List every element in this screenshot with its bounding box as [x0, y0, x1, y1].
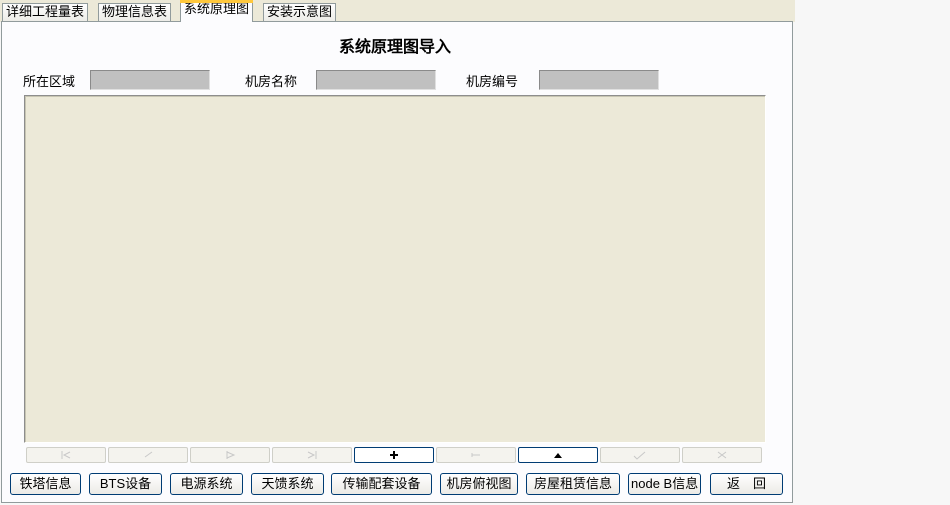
edit-record-button[interactable]	[518, 447, 598, 463]
first-icon	[61, 451, 71, 459]
next-icon	[226, 451, 236, 459]
room-rental-info-button[interactable]: 房屋租赁信息	[526, 473, 620, 495]
prior-record-button[interactable]	[108, 447, 188, 463]
last-icon	[307, 451, 317, 459]
cancel-record-button[interactable]	[682, 447, 762, 463]
region-field[interactable]	[90, 70, 210, 90]
room-number-field[interactable]	[539, 70, 659, 90]
back-button[interactable]: 返 回	[710, 473, 783, 495]
next-record-button[interactable]	[190, 447, 270, 463]
room-number-label: 机房编号	[466, 75, 519, 90]
tab-system-diagram[interactable]: 系统原理图	[180, 0, 254, 22]
power-system-button[interactable]: 电源系统	[170, 473, 243, 495]
room-name-field[interactable]	[316, 70, 436, 90]
room-top-view-button[interactable]: 机房俯视图	[440, 473, 518, 495]
tab-physical-info[interactable]: 物理信息表	[98, 3, 172, 22]
nodeb-info-button[interactable]: node B信息	[628, 473, 701, 495]
post-icon	[633, 451, 646, 460]
antenna-feeder-button[interactable]: 天馈系统	[251, 473, 324, 495]
delete-record-button[interactable]	[436, 447, 516, 463]
region-label: 所在区域	[23, 75, 76, 90]
tower-info-button[interactable]: 铁塔信息	[10, 473, 81, 495]
diagram-image-area[interactable]	[24, 95, 766, 443]
room-name-label: 机房名称	[245, 75, 298, 90]
tab-installation-diagram[interactable]: 安装示意图	[263, 3, 337, 22]
transmission-equipment-button[interactable]: 传输配套设备	[331, 473, 432, 495]
cancel-icon	[717, 451, 727, 459]
prior-icon	[144, 451, 153, 458]
edit-icon	[554, 453, 562, 458]
insert-record-button[interactable]	[354, 447, 434, 463]
delete-icon	[471, 453, 480, 457]
tab-strip: 详细工程量表 物理信息表 系统原理图 安装示意图	[0, 0, 795, 22]
insert-icon	[390, 451, 398, 459]
page-title: 系统原理图导入	[338, 37, 451, 56]
post-record-button[interactable]	[600, 447, 680, 463]
bts-equipment-button[interactable]: BTS设备	[89, 473, 162, 495]
first-record-button[interactable]	[26, 447, 106, 463]
tab-panel: 系统原理图导入 所在区域 机房名称 机房编号 铁塔信息 BTS设备 电源系统 天…	[1, 21, 793, 503]
last-record-button[interactable]	[272, 447, 352, 463]
tab-detail-quantities[interactable]: 详细工程量表	[2, 3, 89, 22]
